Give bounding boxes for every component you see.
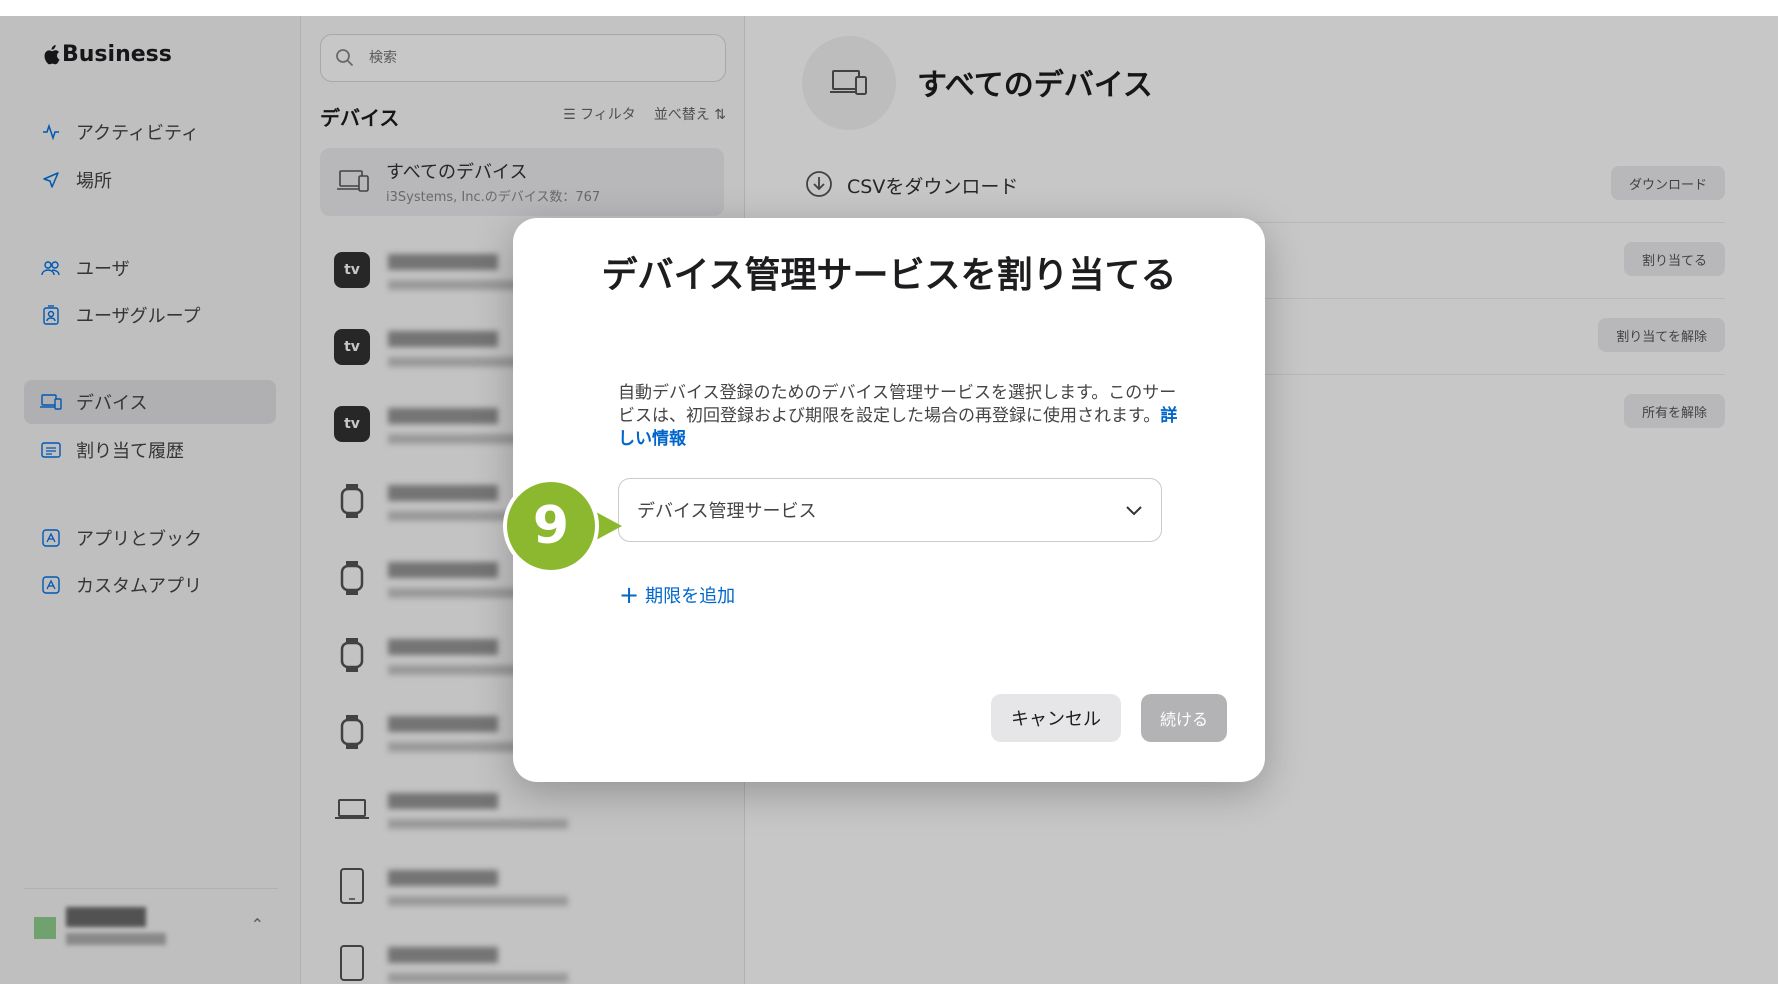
app-screen: Business アクティビティ 場所 ユーザ ユーザグループ デバイス 割り当…	[0, 16, 1778, 984]
continue-button[interactable]: 続ける	[1141, 694, 1227, 742]
dialog-description-text: 自動デバイス登録のためのデバイス管理サービスを選択します。このサービスは、初回登…	[618, 383, 1177, 426]
mdm-service-select-value: デバイス管理サービス	[637, 501, 817, 522]
cancel-button[interactable]: キャンセル	[991, 694, 1121, 742]
dialog-description: 自動デバイス登録のためのデバイス管理サービスを選択します。このサービスは、初回登…	[618, 382, 1178, 451]
add-limit-label: 期限を追加	[645, 586, 736, 607]
callout-pointer	[596, 512, 622, 540]
dialog-title: デバイス管理サービスを割り当てる	[601, 255, 1177, 296]
assign-mdm-dialog: デバイス管理サービスを割り当てる 自動デバイス登録のためのデバイス管理サービスを…	[513, 218, 1265, 782]
step-callout-badge: 9	[503, 478, 599, 574]
plus-icon: +	[619, 581, 640, 609]
chevron-down-icon	[1125, 504, 1143, 516]
mdm-service-select[interactable]: デバイス管理サービス	[618, 478, 1162, 542]
add-limit-button[interactable]: + 期限を追加	[619, 582, 735, 608]
